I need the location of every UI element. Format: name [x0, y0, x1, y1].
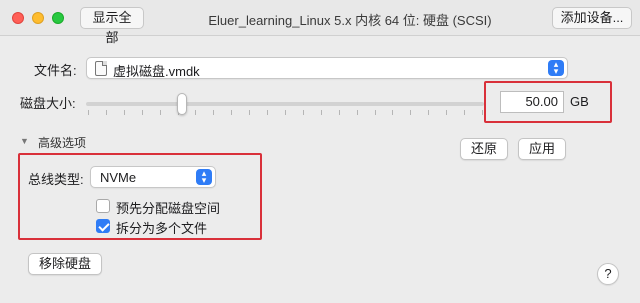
slider-tick [249, 110, 250, 115]
slider-tick [428, 110, 429, 115]
bus-type-label: 总线类型: [28, 172, 84, 187]
slider-tick [124, 110, 125, 115]
bus-type-value: NVMe [100, 170, 137, 185]
disk-size-slider-track[interactable] [86, 102, 484, 106]
file-name-value: 虚拟磁盘.vmdk [113, 64, 200, 79]
slider-tick [410, 110, 411, 115]
bus-type-popup[interactable]: NVMe ▴ ▾ [90, 166, 216, 188]
split-files-checkbox[interactable] [96, 219, 110, 233]
slider-tick [464, 110, 465, 115]
preallocate-checkbox[interactable] [96, 199, 110, 213]
split-files-label[interactable]: 拆分为多个文件 [116, 218, 207, 237]
slider-tick [392, 110, 393, 115]
slider-tick [285, 110, 286, 115]
zoom-window-button[interactable] [52, 12, 64, 24]
slider-tick [106, 110, 107, 115]
show-all-button[interactable]: 显示全部 [80, 7, 144, 45]
help-button[interactable]: ? [597, 263, 619, 285]
slider-tick [339, 110, 340, 115]
slider-tick [142, 110, 143, 115]
disk-size-input[interactable]: 50.00 [500, 91, 564, 113]
file-name-popup[interactable]: 虚拟磁盘.vmdk ▴ ▾ [86, 57, 568, 79]
add-device-button[interactable]: 添加设备... [552, 7, 632, 29]
file-name-label: 文件名: [34, 63, 77, 78]
document-icon [95, 61, 107, 76]
close-window-button[interactable] [12, 12, 24, 24]
disk-size-unit: GB [570, 94, 589, 109]
title-bar: 显示全部 Eluer_learning_Linux 5.x 内核 64 位: 硬… [0, 0, 640, 45]
popup-arrows-icon: ▴ ▾ [548, 60, 564, 76]
disk-size-label: 磁盘大小: [20, 96, 76, 111]
popup-arrows-icon: ▴ ▾ [196, 169, 212, 185]
disk-size-slider-knob[interactable] [177, 93, 187, 115]
slider-tick [303, 110, 304, 115]
slider-tick [375, 110, 376, 115]
revert-button[interactable]: 还原 [460, 138, 508, 160]
preallocate-label[interactable]: 预先分配磁盘空间 [116, 198, 220, 217]
slider-tick [160, 110, 161, 115]
slider-tick [195, 110, 196, 115]
minimize-window-button[interactable] [32, 12, 44, 24]
disclosure-chevron-icon[interactable]: ▼ [20, 136, 29, 146]
slider-tick [231, 110, 232, 115]
slider-tick [88, 110, 89, 115]
apply-button[interactable]: 应用 [518, 138, 566, 160]
disk-settings-window: 显示全部 Eluer_learning_Linux 5.x 内核 64 位: 硬… [0, 0, 640, 303]
slider-tick [321, 110, 322, 115]
slider-tick [357, 110, 358, 115]
advanced-options-label[interactable]: 高级选项 [38, 134, 86, 151]
remove-disk-button[interactable]: 移除硬盘 [28, 253, 102, 275]
slider-tick [482, 110, 483, 115]
window-title: Eluer_learning_Linux 5.x 内核 64 位: 硬盘 (SC… [208, 13, 492, 28]
slider-tick [213, 110, 214, 115]
slider-tick [267, 110, 268, 115]
slider-tick [446, 110, 447, 115]
